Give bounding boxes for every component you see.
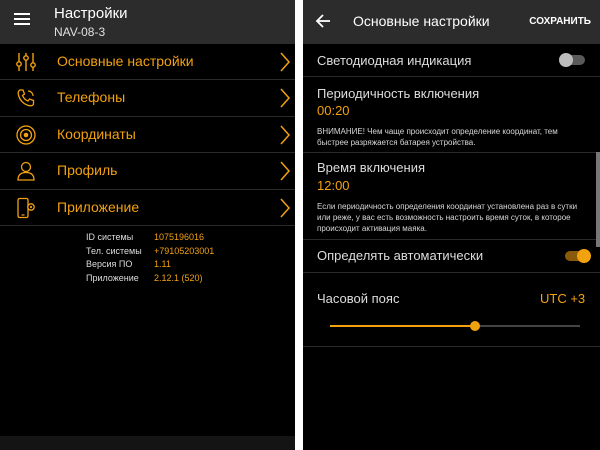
period-note: ВНИМАНИЕ! Чем чаще происходит определени… [317, 127, 558, 147]
page-title: Основные настройки [353, 13, 490, 29]
main-settings-screen: Основные настройки СОХРАНИТЬ Светодиодна… [303, 0, 600, 450]
hamburger-menu-icon[interactable] [14, 13, 30, 25]
chevron-right-icon [280, 125, 291, 145]
menu-item-application[interactable]: Приложение [0, 190, 295, 226]
period-label[interactable]: Периодичность включения [317, 86, 479, 101]
info-key: Тел. системы [86, 245, 142, 256]
phone-icon [17, 89, 35, 107]
sliders-icon [16, 53, 36, 71]
timezone-value: UTC +3 [540, 291, 586, 306]
chevron-right-icon [280, 161, 291, 181]
auto-detect-toggle[interactable] [565, 249, 591, 263]
divider [303, 76, 600, 77]
menu-item-label: Телефоны [57, 89, 126, 106]
save-button[interactable]: СОХРАНИТЬ [529, 16, 591, 27]
system-info: ID системы 1075196016 Тел. системы +7910… [86, 232, 286, 286]
activation-time-note: Если периодичность определения координат… [317, 202, 578, 233]
settings-menu: Основные настройки Телефоны Координаты П… [0, 44, 295, 226]
slider-fill [330, 325, 475, 327]
app-header: Основные настройки СОХРАНИТЬ [303, 0, 600, 44]
info-row: Версия ПО 1.11 [86, 259, 286, 273]
app-header: Настройки NAV-08-3 [0, 0, 295, 44]
led-indication-toggle[interactable] [559, 53, 585, 67]
chevron-right-icon [280, 198, 291, 218]
divider [303, 346, 600, 347]
info-key: Приложение [86, 272, 139, 283]
divider [303, 239, 600, 240]
divider [303, 272, 600, 273]
info-row: Тел. системы +79105203001 [86, 246, 286, 260]
menu-item-profile[interactable]: Профиль [0, 153, 295, 190]
period-value[interactable]: 00:20 [317, 103, 350, 118]
chevron-right-icon [280, 88, 291, 108]
info-value: +79105203001 [154, 245, 215, 256]
slider-thumb[interactable] [470, 321, 480, 331]
activation-time-label[interactable]: Время включения [317, 160, 425, 175]
phone-settings-icon [17, 197, 35, 218]
info-row: Приложение 2.12.1 (520) [86, 273, 286, 287]
menu-item-main-settings[interactable]: Основные настройки [0, 44, 295, 81]
menu-item-label: Профиль [57, 162, 118, 179]
back-arrow-icon[interactable] [315, 13, 331, 29]
info-key: ID системы [86, 232, 134, 242]
activation-time-value[interactable]: 12:00 [317, 178, 350, 193]
person-icon [17, 162, 35, 181]
auto-detect-label: Определять автоматически [317, 248, 484, 263]
bottom-bar [0, 436, 295, 450]
info-value: 1075196016 [154, 232, 205, 242]
info-value: 1.11 [154, 259, 171, 269]
menu-item-label: Основные настройки [57, 53, 194, 69]
settings-screen: Настройки NAV-08-3 Основные настройки Те… [0, 0, 295, 450]
timezone-label: Часовой пояс [317, 291, 400, 306]
menu-item-label: Приложение [57, 198, 140, 215]
chevron-right-icon [280, 52, 291, 72]
timezone-slider[interactable] [330, 320, 580, 332]
toggle-knob [577, 249, 591, 263]
screen-edge [596, 152, 600, 247]
led-indication-label: Светодиодная индикация [317, 53, 472, 68]
device-name: NAV-08-3 [54, 25, 106, 39]
menu-item-coordinates[interactable]: Координаты [0, 117, 295, 154]
info-value: 2.12.1 (520) [154, 272, 203, 283]
divider [303, 152, 600, 153]
info-key: Версия ПО [86, 259, 133, 269]
location-target-icon [16, 125, 36, 145]
menu-item-phones[interactable]: Телефоны [0, 80, 295, 117]
page-title: Настройки [54, 5, 128, 22]
toggle-knob [559, 53, 573, 67]
info-row: ID системы 1075196016 [86, 232, 286, 246]
menu-item-label: Координаты [57, 125, 136, 142]
